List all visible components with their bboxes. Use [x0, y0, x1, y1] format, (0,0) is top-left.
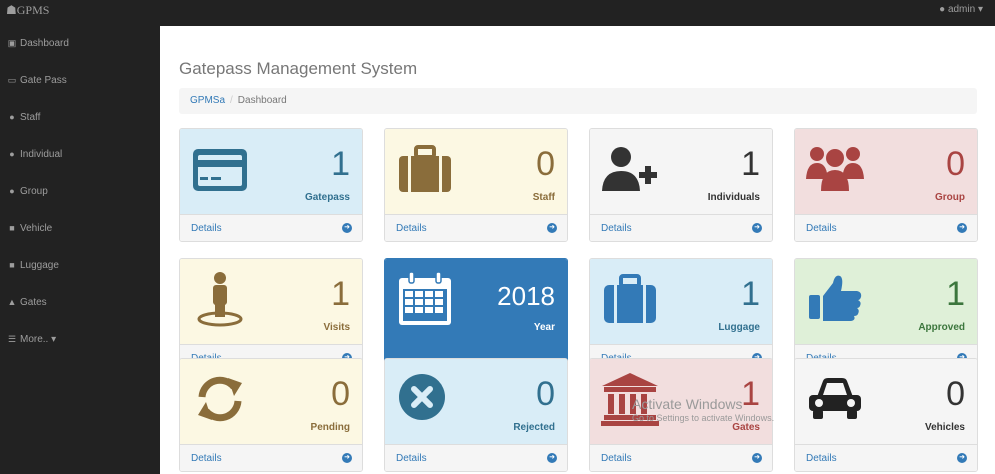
panel-approved: 1 Approved Details➜ [794, 258, 978, 372]
panel-gatepass: 1 Gatepass Details ➜ [179, 128, 363, 242]
card-icon: ▭ [7, 75, 17, 85]
details-link[interactable]: Details➜ [180, 444, 362, 471]
sidebar-item-more[interactable]: ☰ More.. ▾ [6, 334, 56, 345]
breadcrumb: GPMSa / Dashboard [179, 88, 977, 114]
user-plus-icon: ● [9, 149, 15, 159]
car-icon [809, 378, 861, 419]
panel-year: 2018 Year [384, 258, 568, 372]
panel-label: Gates [732, 422, 760, 433]
details-link[interactable]: Details➜ [590, 214, 772, 241]
panel-label: Vehicles [924, 422, 965, 433]
suitcase-icon [604, 274, 656, 323]
panel-value: 0 [536, 145, 555, 183]
panel-value: 1 [741, 145, 760, 183]
user-icon: ● [939, 4, 946, 15]
panel-individuals: 1 Individuals Details ➜ [589, 128, 773, 242]
panel-value: 1 [331, 145, 350, 183]
panel-label: Luggage [718, 322, 760, 333]
arrow-circle-right-icon: ➜ [752, 453, 762, 463]
user-menu[interactable]: ● admin ▾ [939, 4, 983, 15]
panel-label: Staff [532, 192, 555, 203]
thumbs-up-icon [809, 275, 862, 321]
details-link[interactable]: Details➜ [795, 444, 977, 471]
arrow-circle-right-icon: ➜ [752, 223, 762, 233]
times-circle-icon [399, 374, 445, 420]
watermark-subtitle: Go to Settings to activate Windows. [632, 413, 775, 423]
arrow-circle-right-icon: ➜ [957, 223, 967, 233]
panel-label: Rejected [513, 422, 555, 433]
panel-staff: 0 Staff Details ➜ [384, 128, 568, 242]
street-view-icon [197, 272, 243, 327]
activate-windows-watermark: Activate Windows Go to Settings to activ… [632, 396, 774, 423]
arrow-circle-right-icon: ➜ [957, 453, 967, 463]
top-navbar: ☗GPMS ● admin ▾ [0, 0, 995, 26]
details-link[interactable]: Details➜ [795, 214, 977, 241]
home-icon: ☗ [6, 3, 17, 17]
briefcase-icon [399, 145, 451, 192]
panel-pending: 0 Pending Details ➜ [179, 358, 363, 472]
panel-value: 1 [331, 275, 350, 313]
sidebar-item-dashboard[interactable]: ▣ Dashboard [6, 38, 69, 49]
calendar-icon [399, 271, 451, 325]
dashboard-icon: ▣ [7, 38, 17, 48]
users-icon [806, 147, 864, 191]
sidebar-item-group[interactable]: ● Group [6, 186, 48, 197]
arrow-circle-right-icon: ➜ [547, 453, 557, 463]
panel-value: 1 [741, 275, 760, 313]
panel-label: Visits [323, 322, 351, 333]
arrow-circle-right-icon: ➜ [547, 223, 557, 233]
sidebar-item-staff[interactable]: ● Staff [6, 112, 40, 123]
panel-value: 0 [946, 375, 965, 413]
details-link[interactable]: Details➜ [385, 444, 567, 471]
refresh-icon [198, 376, 242, 422]
panel-label: Individuals [707, 192, 760, 203]
panel-label: Pending [310, 422, 350, 433]
sidebar-item-individual[interactable]: ● Individual [6, 149, 62, 160]
panel-visits: 1 Visits Details➜ [179, 258, 363, 372]
panel-vehicles: 0 Vehicles Details ➜ [794, 358, 978, 472]
breadcrumb-current: Dashboard [237, 95, 287, 106]
panel-value: 0 [331, 375, 350, 413]
car-icon: ■ [9, 223, 15, 233]
sidebar-item-luggage[interactable]: ■ Luggage [6, 260, 59, 271]
panel-value: 0 [946, 145, 965, 183]
sidebar: ▣ Dashboard ▭ Gate Pass ● Staff ● Individual… [0, 26, 160, 474]
details-link[interactable]: Details➜ [180, 214, 362, 241]
caret-down-icon: ▾ [977, 4, 983, 15]
panel-rejected: 0 Rejected Details ➜ [384, 358, 568, 472]
user-plus-icon [602, 147, 657, 191]
credit-card-icon [193, 149, 247, 191]
panel-value: 2018 [497, 281, 555, 311]
details-link[interactable]: Details➜ [385, 214, 567, 241]
arrow-circle-right-icon: ➜ [342, 453, 352, 463]
page-title: Gatepass Management System [179, 59, 418, 78]
breadcrumb-home-link[interactable]: GPMSa [190, 95, 225, 106]
panel-value: 0 [536, 375, 555, 413]
details-link[interactable]: Details➜ [590, 444, 772, 471]
sidebar-item-gate-pass[interactable]: ▭ Gate Pass [6, 75, 67, 86]
caret-down-icon: ▾ [51, 334, 57, 345]
panel-group: 0 Group Details ➜ [794, 128, 978, 242]
suitcase-icon: ■ [9, 260, 15, 270]
users-icon: ● [9, 186, 15, 196]
sidebar-item-gates[interactable]: ▲ Gates [6, 297, 47, 308]
panel-label: Gatepass [304, 192, 350, 203]
main-content: Gatepass Management System GPMSa / Dashboa… [160, 26, 995, 474]
arrow-circle-right-icon: ➜ [342, 223, 352, 233]
sidebar-item-vehicle[interactable]: ■ Vehicle [6, 223, 52, 234]
bars-icon: ☰ [7, 334, 17, 344]
panel-label: Year [533, 322, 555, 333]
breadcrumb-separator: / [230, 95, 233, 106]
brand-link[interactable]: ☗GPMS [6, 3, 49, 18]
brand-text: GPMS [16, 3, 50, 17]
panel-label: Approved [918, 322, 965, 333]
panel-label: Group [935, 192, 965, 203]
users-icon: ● [9, 112, 15, 122]
bank-icon: ▲ [7, 297, 17, 307]
user-name: admin [947, 4, 976, 15]
panel-luggage: 1 Luggage Details➜ [589, 258, 773, 372]
watermark-title: Activate Windows [632, 396, 743, 412]
panel-value: 1 [946, 275, 965, 313]
